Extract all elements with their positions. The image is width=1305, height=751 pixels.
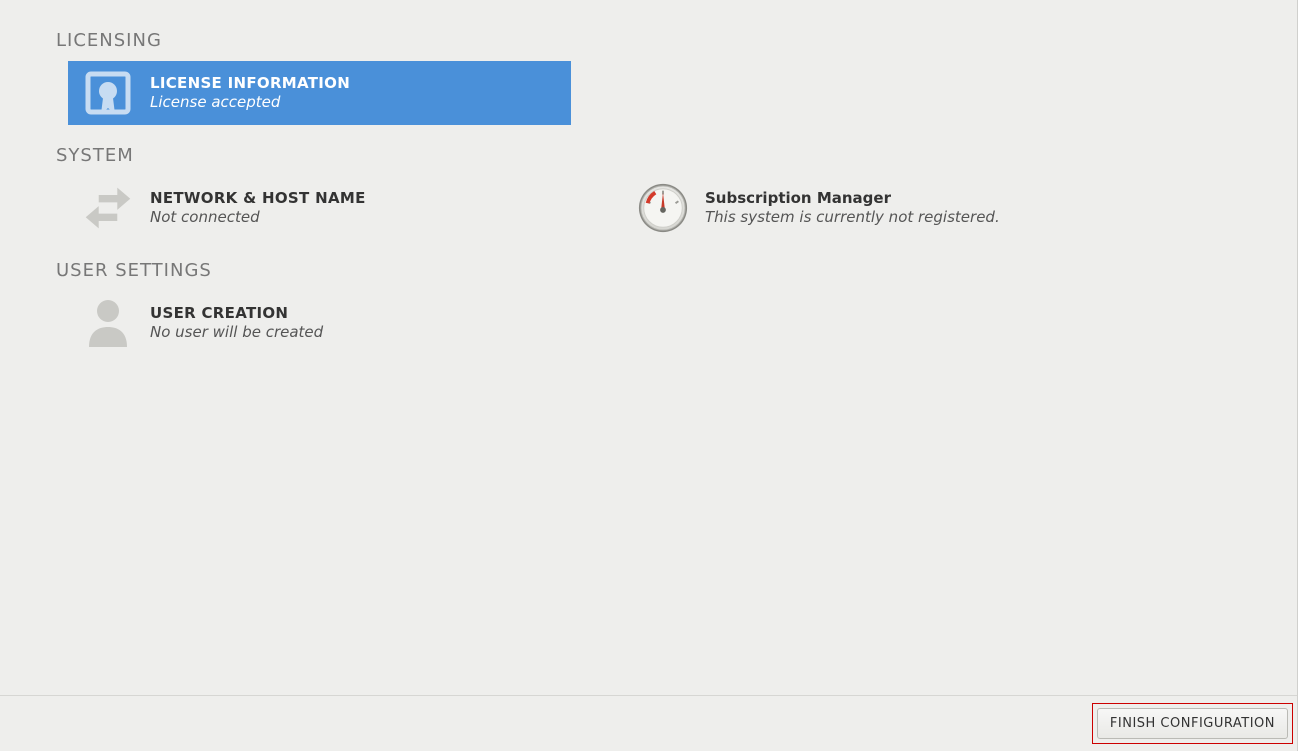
spoke-network-hostname[interactable]: NETWORK & HOST NAME Not connected: [68, 176, 571, 240]
section-heading-system: SYSTEM: [56, 145, 1256, 166]
spoke-title: NETWORK & HOST NAME: [150, 189, 366, 209]
network-arrows-icon: [82, 182, 134, 234]
spoke-status: License accepted: [150, 93, 350, 113]
spoke-status: No user will be created: [150, 323, 323, 343]
spoke-title: USER CREATION: [150, 304, 323, 324]
license-icon: [82, 67, 134, 119]
spoke-subscription-manager[interactable]: Subscription Manager This system is curr…: [623, 176, 1126, 240]
finish-configuration-button[interactable]: FINISH CONFIGURATION: [1097, 708, 1288, 739]
section-heading-user-settings: USER SETTINGS: [56, 260, 1256, 281]
gauge-icon: [637, 182, 689, 234]
configuration-hub: LICENSING LICENSE INFORMATION License ac…: [0, 0, 1256, 355]
footer-bar: FINISH CONFIGURATION: [0, 695, 1305, 751]
spoke-title: LICENSE INFORMATION: [150, 74, 350, 94]
spoke-status: This system is currently not registered.: [705, 208, 1000, 228]
spoke-license-information[interactable]: LICENSE INFORMATION License accepted: [68, 61, 571, 125]
finish-button-highlight: FINISH CONFIGURATION: [1092, 703, 1293, 744]
spoke-title: Subscription Manager: [705, 189, 1000, 209]
spoke-status: Not connected: [150, 208, 366, 228]
right-border: [1297, 0, 1305, 751]
user-icon: [82, 297, 134, 349]
section-heading-licensing: LICENSING: [56, 30, 1256, 51]
spoke-user-creation[interactable]: USER CREATION No user will be created: [68, 291, 571, 355]
